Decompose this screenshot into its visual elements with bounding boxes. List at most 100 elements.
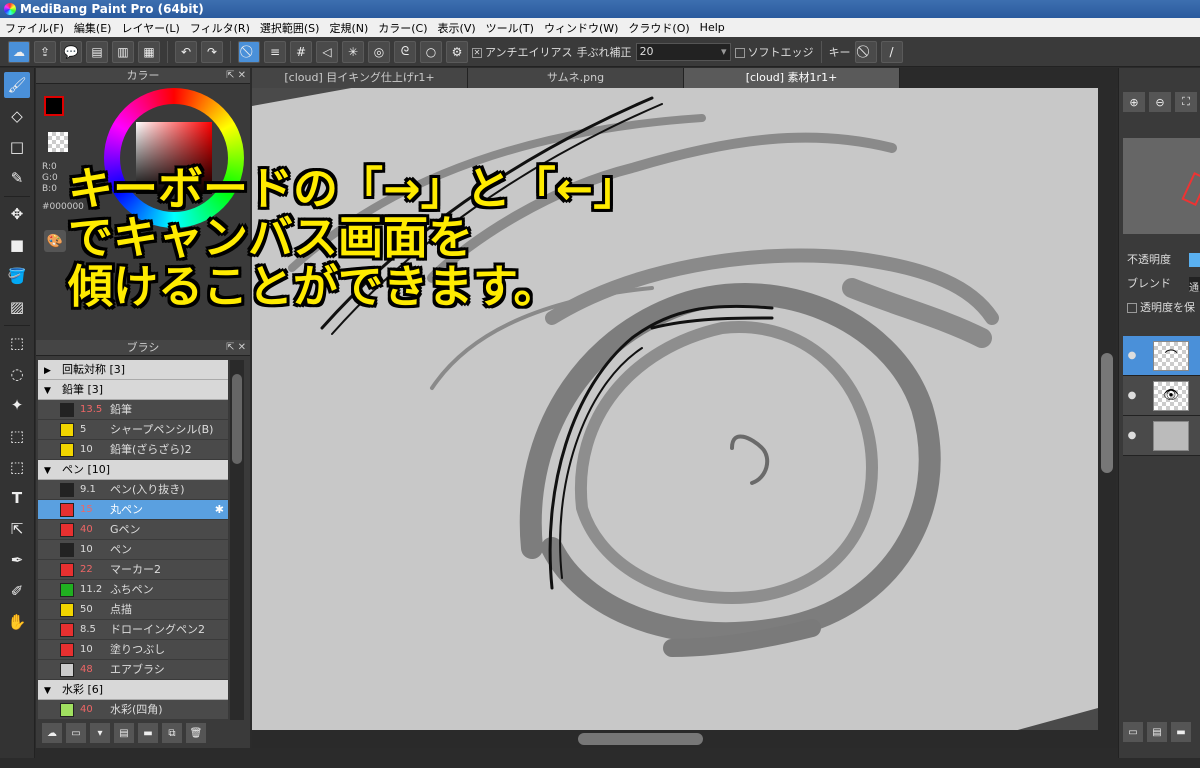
panel-close-icon[interactable]: ⇱ ✕ bbox=[226, 68, 246, 84]
brush-group[interactable]: ▼ 水彩 [6] bbox=[38, 680, 228, 700]
comment-button[interactable]: 💬 bbox=[60, 40, 82, 63]
chevron-down-icon[interactable]: ▼ bbox=[44, 461, 62, 481]
snap-ellipse-button[interactable]: ○ bbox=[420, 40, 442, 63]
transparent-color-swatch[interactable] bbox=[48, 132, 68, 152]
redo-icon[interactable]: ↷ bbox=[201, 40, 223, 63]
new-brush-icon[interactable]: ▭ bbox=[66, 723, 86, 743]
gear-icon[interactable]: ⚙ bbox=[446, 40, 468, 63]
select-eraser-icon[interactable]: ⬚ bbox=[4, 454, 30, 480]
grid-button[interactable]: ▦ bbox=[138, 40, 160, 63]
zoom-out-icon[interactable]: ⊖ bbox=[1149, 92, 1171, 112]
brush-icon[interactable]: 🖌 bbox=[4, 72, 30, 98]
cloud-save-button[interactable]: ☁ bbox=[8, 40, 30, 63]
folder-icon[interactable]: ▬ bbox=[138, 723, 158, 743]
tab-eye-inking[interactable]: [cloud] 目イキング仕上げr1+ bbox=[252, 68, 468, 88]
layer-item[interactable]: ● 👁 bbox=[1123, 376, 1200, 416]
pipette-icon[interactable]: ✐ bbox=[4, 578, 30, 604]
text-icon[interactable]: T bbox=[4, 485, 30, 511]
snap-cross-button[interactable]: # bbox=[290, 40, 312, 63]
gear-icon[interactable]: ✱ bbox=[215, 500, 224, 520]
brush-item[interactable]: 10 鉛筆(ざらざら)2 bbox=[38, 440, 228, 460]
menu-help[interactable]: Help bbox=[695, 21, 730, 34]
panel-close-icon[interactable]: ⇱ ✕ bbox=[226, 340, 246, 356]
brush-group[interactable]: ▼ ペン [10] bbox=[38, 460, 228, 480]
brush-item[interactable]: 11.2 ふちペン bbox=[38, 580, 228, 600]
chat-button[interactable]: ▤ bbox=[86, 40, 108, 63]
canvas-horizontal-scrollbar[interactable] bbox=[252, 730, 1118, 748]
menu-window[interactable]: ウィンドウ(W) bbox=[539, 20, 623, 36]
brush-group[interactable]: ▼ 鉛筆 [3] bbox=[38, 380, 228, 400]
foreground-color-swatch[interactable] bbox=[44, 96, 64, 116]
blend-select[interactable]: 通 bbox=[1189, 277, 1200, 294]
menu-select[interactable]: 選択範囲(S) bbox=[255, 20, 325, 36]
menu-edit[interactable]: 編集(E) bbox=[69, 20, 117, 36]
brush-item[interactable]: 22 マーカー2 bbox=[38, 560, 228, 580]
pen-key-button[interactable]: / bbox=[880, 40, 903, 63]
lock-alpha-row[interactable]: 透明度を保 bbox=[1119, 296, 1200, 320]
gradient-icon[interactable]: ▨ bbox=[4, 294, 30, 320]
magic-wand-icon[interactable]: ✦ bbox=[4, 392, 30, 418]
palette-icon[interactable]: 🎨 bbox=[44, 230, 66, 252]
snap-curve-button[interactable]: ᘓ bbox=[394, 40, 416, 63]
menu-file[interactable]: ファイル(F) bbox=[0, 20, 69, 36]
brush-item[interactable]: 13.5 鉛筆 bbox=[38, 400, 228, 420]
stabilizer-select[interactable]: 20 bbox=[635, 42, 731, 61]
fill-rect-icon[interactable]: ■ bbox=[4, 232, 30, 258]
opacity-slider[interactable] bbox=[1189, 253, 1200, 267]
menu-view[interactable]: 表示(V) bbox=[433, 20, 481, 36]
brush-item[interactable]: 5 シャープペンシル(B) bbox=[38, 420, 228, 440]
select-pen-icon[interactable]: ⬚ bbox=[4, 423, 30, 449]
new-layer-icon[interactable]: ▭ bbox=[1123, 722, 1143, 742]
copy-icon[interactable]: ⧉ bbox=[162, 723, 182, 743]
eye-icon[interactable]: ● bbox=[1123, 390, 1141, 401]
bucket-icon[interactable]: 🪣 bbox=[4, 263, 30, 289]
brush-group[interactable]: ▶ 回転対称 [3] bbox=[38, 360, 228, 380]
operation-icon[interactable]: ⇱ bbox=[4, 516, 30, 542]
menu-ruler[interactable]: 定規(N) bbox=[324, 20, 373, 36]
brush-item[interactable]: 15 丸ペン ✱ bbox=[38, 500, 228, 520]
zoom-in-icon[interactable]: ⊕ bbox=[1123, 92, 1145, 112]
snap-vanishing-button[interactable]: ◁ bbox=[316, 40, 338, 63]
menu-cloud[interactable]: クラウド(O) bbox=[623, 20, 694, 36]
brush-item[interactable]: 40 水彩(四角) bbox=[38, 700, 228, 720]
eye-icon[interactable]: ● bbox=[1123, 430, 1141, 441]
brush-type-icon[interactable]: ▾ bbox=[90, 723, 110, 743]
brush-item[interactable]: 10 塗りつぶし bbox=[38, 640, 228, 660]
move-icon[interactable]: ✥ bbox=[4, 201, 30, 227]
dropper-icon[interactable]: ✒ bbox=[4, 547, 30, 573]
cloud-brush-icon[interactable]: ☁ bbox=[42, 723, 62, 743]
soft-edge-toggle[interactable]: ソフトエッジ bbox=[734, 44, 814, 60]
pen-tool-icon[interactable]: ✎ bbox=[4, 165, 30, 191]
tab-thumbnail[interactable]: サムネ.png bbox=[468, 68, 684, 88]
snap-circle-button[interactable]: ◎ bbox=[368, 40, 390, 63]
chevron-down-icon[interactable]: ▼ bbox=[44, 681, 62, 701]
snap-parallel-button[interactable]: ≡ bbox=[264, 40, 286, 63]
chevron-down-icon[interactable]: ▼ bbox=[44, 381, 62, 401]
trash-icon[interactable]: 🗑 bbox=[186, 723, 206, 743]
snap-off-button[interactable]: ⃠ bbox=[238, 40, 260, 63]
tab-material[interactable]: [cloud] 素材1r1+ bbox=[684, 68, 900, 88]
share-button[interactable]: ⇪ bbox=[34, 40, 56, 63]
eye-icon[interactable]: ● bbox=[1123, 350, 1141, 361]
brush-item[interactable]: 40 Gペン bbox=[38, 520, 228, 540]
canvas-vertical-scrollbar[interactable] bbox=[1098, 88, 1116, 730]
menu-tool[interactable]: ツール(T) bbox=[481, 20, 539, 36]
brush-settings-icon[interactable]: ▤ bbox=[114, 723, 134, 743]
eraser-icon[interactable]: ◇ bbox=[4, 103, 30, 129]
no-key-button[interactable]: ⃠ bbox=[854, 40, 877, 63]
fit-icon[interactable]: ⛶ bbox=[1175, 92, 1197, 112]
snap-radial-button[interactable]: ✳ bbox=[342, 40, 364, 63]
undo-icon[interactable]: ↶ bbox=[175, 40, 197, 63]
navigator-preview[interactable] bbox=[1123, 138, 1200, 234]
brush-item[interactable]: 48 エアブラシ bbox=[38, 660, 228, 680]
brush-item[interactable]: 9.1 ペン(入り抜き) bbox=[38, 480, 228, 500]
antialias-toggle[interactable]: ✕ アンチエイリアス bbox=[472, 44, 573, 60]
hand-icon[interactable]: ✋ bbox=[4, 609, 30, 635]
menu-color[interactable]: カラー(C) bbox=[373, 20, 432, 36]
chevron-right-icon[interactable]: ▶ bbox=[44, 361, 62, 381]
lasso-icon[interactable]: ◌ bbox=[4, 361, 30, 387]
shape-icon[interactable]: □ bbox=[4, 134, 30, 160]
menu-layer[interactable]: レイヤー(L) bbox=[116, 20, 184, 36]
layer-item[interactable]: ● ⌒ bbox=[1123, 336, 1200, 376]
brush-item[interactable]: 10 ペン bbox=[38, 540, 228, 560]
